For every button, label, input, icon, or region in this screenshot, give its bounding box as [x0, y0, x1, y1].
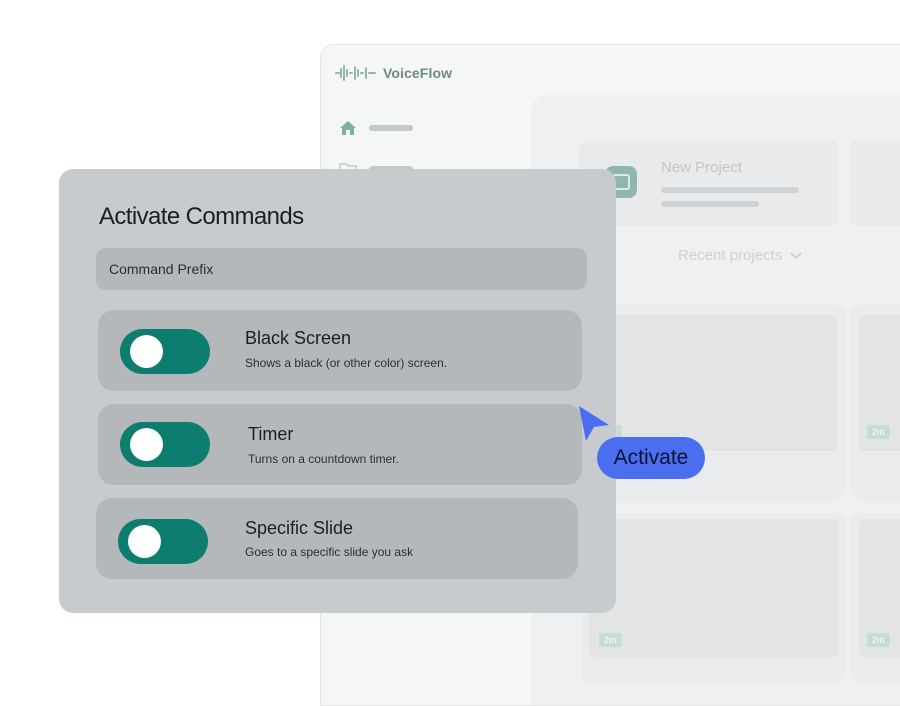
- voiceflow-logo-icon: [335, 65, 376, 81]
- new-project-card[interactable]: New Project: [579, 140, 839, 226]
- command-description: Turns on a countdown timer.: [248, 452, 399, 466]
- sidebar-item-placeholder: [369, 125, 413, 131]
- toggle-knob: [130, 335, 163, 368]
- text-placeholder: [661, 187, 799, 193]
- command-name: Black Screen: [245, 328, 352, 348]
- command-name: Specific Slide: [245, 518, 354, 538]
- chevron-down-icon: [790, 251, 802, 259]
- project-thumbnail-card[interactable]: 2m: [581, 513, 845, 683]
- duration-tag: 2m: [867, 633, 890, 647]
- specific-slide-toggle[interactable]: [118, 519, 208, 564]
- cursor-arrow-icon: [579, 406, 609, 441]
- command-description: Shows a black (or other color) screen.: [245, 356, 448, 370]
- panel-title: Activate Commands: [99, 203, 304, 230]
- command-name: Timer: [248, 424, 294, 444]
- timer-toggle[interactable]: [120, 422, 210, 467]
- thumbnail: [589, 519, 839, 657]
- sidebar-item-home[interactable]: [339, 120, 413, 136]
- app-name: VoiceFlow: [383, 65, 453, 81]
- activate-button[interactable]: Activate: [597, 437, 705, 479]
- home-icon: [340, 121, 356, 135]
- text-placeholder: [661, 201, 759, 207]
- project-card[interactable]: [849, 140, 900, 226]
- duration-tag: 2m: [867, 425, 890, 439]
- command-prefix-input[interactable]: [96, 248, 587, 290]
- recent-projects-dropdown[interactable]: Recent projects: [678, 247, 802, 264]
- toggle-knob: [130, 428, 163, 461]
- duration-tag: 2m: [599, 633, 622, 647]
- black-screen-toggle[interactable]: [120, 329, 210, 374]
- logo[interactable]: VoiceFlow: [335, 64, 452, 82]
- command-row-timer: Timer Turns on a countdown timer.: [98, 404, 582, 485]
- project-thumbnail-card[interactable]: 2m: [851, 513, 900, 683]
- command-description: Goes to a specific slide you ask: [245, 545, 414, 559]
- recent-projects-label: Recent projects: [678, 247, 783, 264]
- thumbnail: [587, 315, 837, 451]
- project-thumbnail-card[interactable]: 2m: [851, 305, 900, 501]
- command-row-specific-slide: Specific Slide Goes to a specific slide …: [96, 498, 578, 579]
- command-row-black-screen: Black Screen Shows a black (or other col…: [98, 310, 582, 391]
- new-project-label: New Project: [661, 159, 742, 176]
- toggle-knob: [128, 525, 161, 558]
- activate-commands-panel: Activate Commands Black Screen Shows a b…: [59, 169, 616, 613]
